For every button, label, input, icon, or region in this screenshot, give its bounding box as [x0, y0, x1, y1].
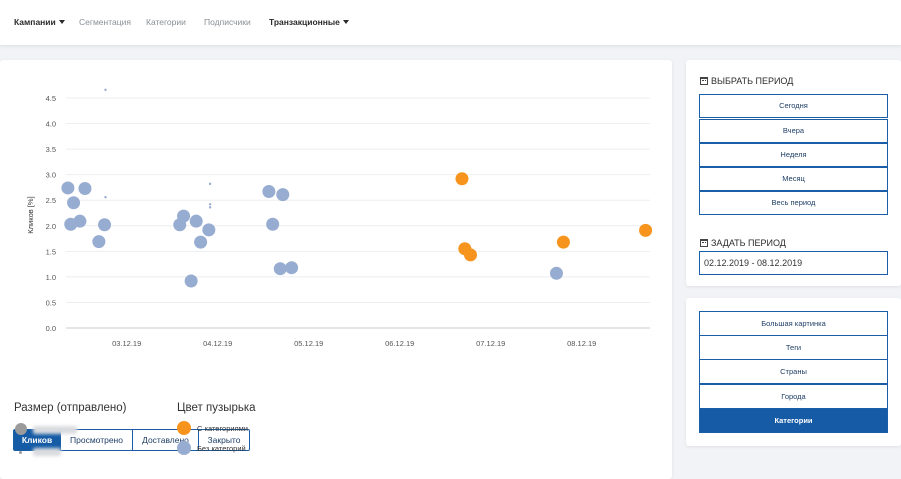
nav-transactional[interactable]: Транзакционные: [269, 17, 349, 27]
legend-label-without-categories: Без категорий: [197, 444, 246, 453]
bubble-point: [202, 223, 216, 237]
view-countries-button[interactable]: Страны: [699, 359, 888, 384]
color-legend-title: Цвет пузырька: [177, 402, 256, 414]
bubble-chart: 0.0 0.5 1.0 1.5 2.0 2.5 3.0 3.5 4.0 4.5 03.12.19 04…: [26, 88, 653, 348]
calendar-icon: [700, 77, 708, 85]
bubble-point: [184, 274, 198, 288]
x-tick-label: 04.12.19: [203, 339, 232, 348]
chevron-down-icon: [58, 20, 65, 24]
bubble-point: [177, 209, 191, 223]
chart-card: 0.0 0.5 1.0 1.5 2.0 2.5 3.0 3.5 4.0 4.5 03.12.19 04…: [0, 60, 672, 479]
bubble-point: [92, 235, 106, 249]
bubble-point: [556, 235, 570, 249]
bubble-point: [194, 235, 208, 249]
view-categories-button[interactable]: Категории: [699, 408, 888, 433]
nav-segmentation[interactable]: Сегментация: [79, 17, 131, 27]
bubble-point: [73, 214, 87, 228]
bubble-point: [208, 203, 212, 206]
bubble-point: [639, 223, 653, 237]
bubble-point: [262, 185, 276, 199]
bubble-point: [189, 214, 203, 228]
x-tick-label: 08.12.19: [567, 339, 596, 348]
period-yesterday-button[interactable]: Вчера: [699, 119, 888, 143]
bubble-point: [98, 218, 112, 232]
legend-dot-without-categories: [177, 441, 191, 455]
x-tick-label: 07.12.19: [476, 339, 505, 348]
custom-period-title: ЗАДАТЬ ПЕРИОД: [700, 238, 786, 248]
y-tick-label: 1.0: [46, 273, 56, 282]
period-month-button[interactable]: Месяц: [699, 167, 888, 191]
bubble-point: [61, 181, 75, 195]
x-tick-label: 03.12.19: [112, 339, 141, 348]
y-tick-label: 1.5: [46, 247, 56, 256]
view-big-picture-button[interactable]: Большая картинка: [699, 311, 888, 336]
size-legend-small-label: [33, 448, 61, 456]
bubble-point: [67, 196, 81, 210]
bubble-point: [208, 206, 212, 209]
size-legend-large-label: [33, 426, 77, 434]
size-legend-small-dot: [19, 451, 22, 454]
period-week-button[interactable]: Неделя: [699, 143, 888, 167]
bubble-point: [104, 88, 107, 92]
bubble-point: [266, 217, 280, 231]
nav-categories[interactable]: Категории: [146, 17, 186, 27]
y-tick-label: 4.0: [46, 120, 56, 129]
view-cities-button[interactable]: Города: [699, 384, 888, 409]
bubble-point: [104, 195, 107, 199]
nav-subscribers[interactable]: Подписчики: [204, 17, 251, 27]
period-all-button[interactable]: Весь период: [699, 191, 888, 215]
view-tags-button[interactable]: Теги: [699, 335, 888, 360]
legend-label-with-categories: С категориями: [197, 424, 248, 433]
bubble-point: [464, 248, 478, 262]
bubble-point: [455, 172, 469, 186]
y-axis-label: Кликов [%]: [26, 196, 35, 233]
x-tick-label: 05.12.19: [294, 339, 323, 348]
y-tick-label: 4.5: [46, 94, 56, 103]
y-tick-label: 0.0: [46, 324, 56, 333]
size-legend-large-dot: [15, 423, 27, 435]
bubble-point: [273, 262, 287, 276]
period-today-button[interactable]: Сегодня: [699, 94, 888, 118]
size-legend-title: Размер (отправлено): [14, 402, 127, 414]
bubble-point: [78, 181, 92, 195]
calendar-icon: [700, 239, 708, 247]
y-tick-label: 3.0: [46, 171, 56, 180]
bubble-point: [276, 188, 290, 202]
x-tick-label: 06.12.19: [385, 339, 414, 348]
y-tick-label: 3.5: [46, 145, 56, 154]
nav-campaigns[interactable]: Кампании: [14, 17, 65, 27]
top-navbar: Кампании Сегментация Категории Подписчик…: [0, 0, 901, 46]
y-tick-label: 2.5: [46, 196, 56, 205]
y-tick-label: 0.5: [46, 298, 56, 307]
bubble-point: [208, 182, 212, 186]
chevron-down-icon: [342, 20, 349, 24]
bubble-point: [285, 261, 299, 275]
period-title: ВЫБРАТЬ ПЕРИОД: [700, 76, 793, 86]
bubble-point: [549, 266, 563, 280]
date-range-input[interactable]: [699, 251, 888, 275]
legend-dot-with-categories: [177, 421, 191, 435]
y-tick-label: 2.0: [46, 222, 56, 231]
